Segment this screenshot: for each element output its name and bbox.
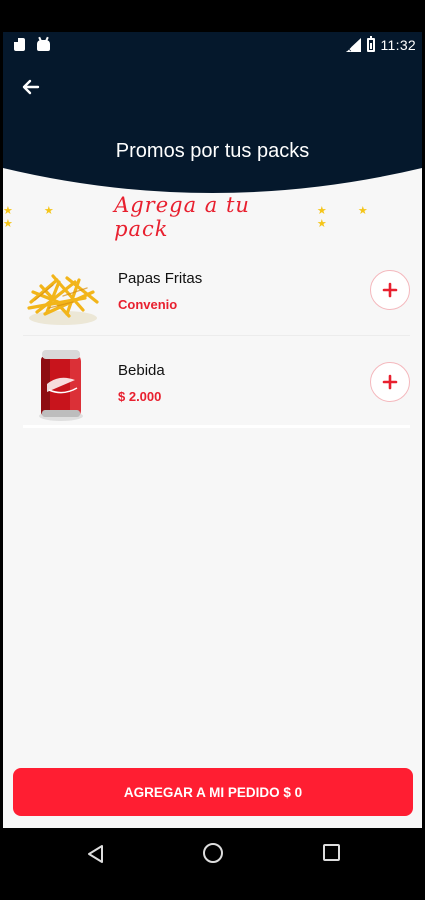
- device-bezel-top: [0, 0, 425, 32]
- french-fries-image: [27, 274, 99, 325]
- list-item: Papas Fritas Convenio: [23, 244, 410, 336]
- stars-left: ★ ★ ★: [3, 205, 68, 230]
- plus-icon: [382, 282, 398, 298]
- android-nav-bar: [0, 828, 425, 900]
- add-to-order-button[interactable]: AGREGAR A MI PEDIDO $ 0: [13, 768, 413, 816]
- add-drink-button[interactable]: [370, 362, 410, 402]
- soda-can-image: [39, 350, 83, 421]
- banner-title: Agrega a tu pack: [114, 193, 250, 241]
- header-background: [3, 58, 422, 193]
- back-arrow-icon[interactable]: [18, 74, 44, 100]
- app-screen: 11:32 Promos por tus packs ★ ★ ★ Agrega …: [3, 32, 422, 828]
- stars-right: ★ ★ ★: [316, 205, 382, 230]
- plus-icon: [382, 374, 398, 390]
- product-price: $ 2.000: [118, 389, 162, 404]
- header: Promos por tus packs: [3, 58, 422, 196]
- nav-recents-icon[interactable]: [323, 844, 340, 861]
- page-title: Promos por tus packs: [115, 140, 310, 162]
- signal-icon: [345, 38, 361, 54]
- sd-card-icon: [14, 38, 25, 51]
- nav-back-icon[interactable]: [86, 844, 106, 864]
- product-price: Convenio: [118, 297, 178, 312]
- add-fries-button[interactable]: [370, 270, 410, 310]
- pack-banner: ★ ★ ★ Agrega a tu pack ★ ★ ★: [3, 193, 422, 241]
- product-name: Papas Fritas: [118, 270, 203, 287]
- battery-icon: [366, 36, 375, 52]
- android-icon: [37, 40, 50, 51]
- list-item: Bebida $ 2.000: [23, 336, 410, 428]
- product-name: Bebida: [118, 362, 165, 379]
- product-list: Papas Fritas Convenio Bebida $ 2.000: [23, 244, 410, 428]
- status-bar: 11:32: [3, 32, 422, 58]
- status-time: 11:32: [380, 37, 416, 53]
- nav-home-icon[interactable]: [203, 843, 223, 863]
